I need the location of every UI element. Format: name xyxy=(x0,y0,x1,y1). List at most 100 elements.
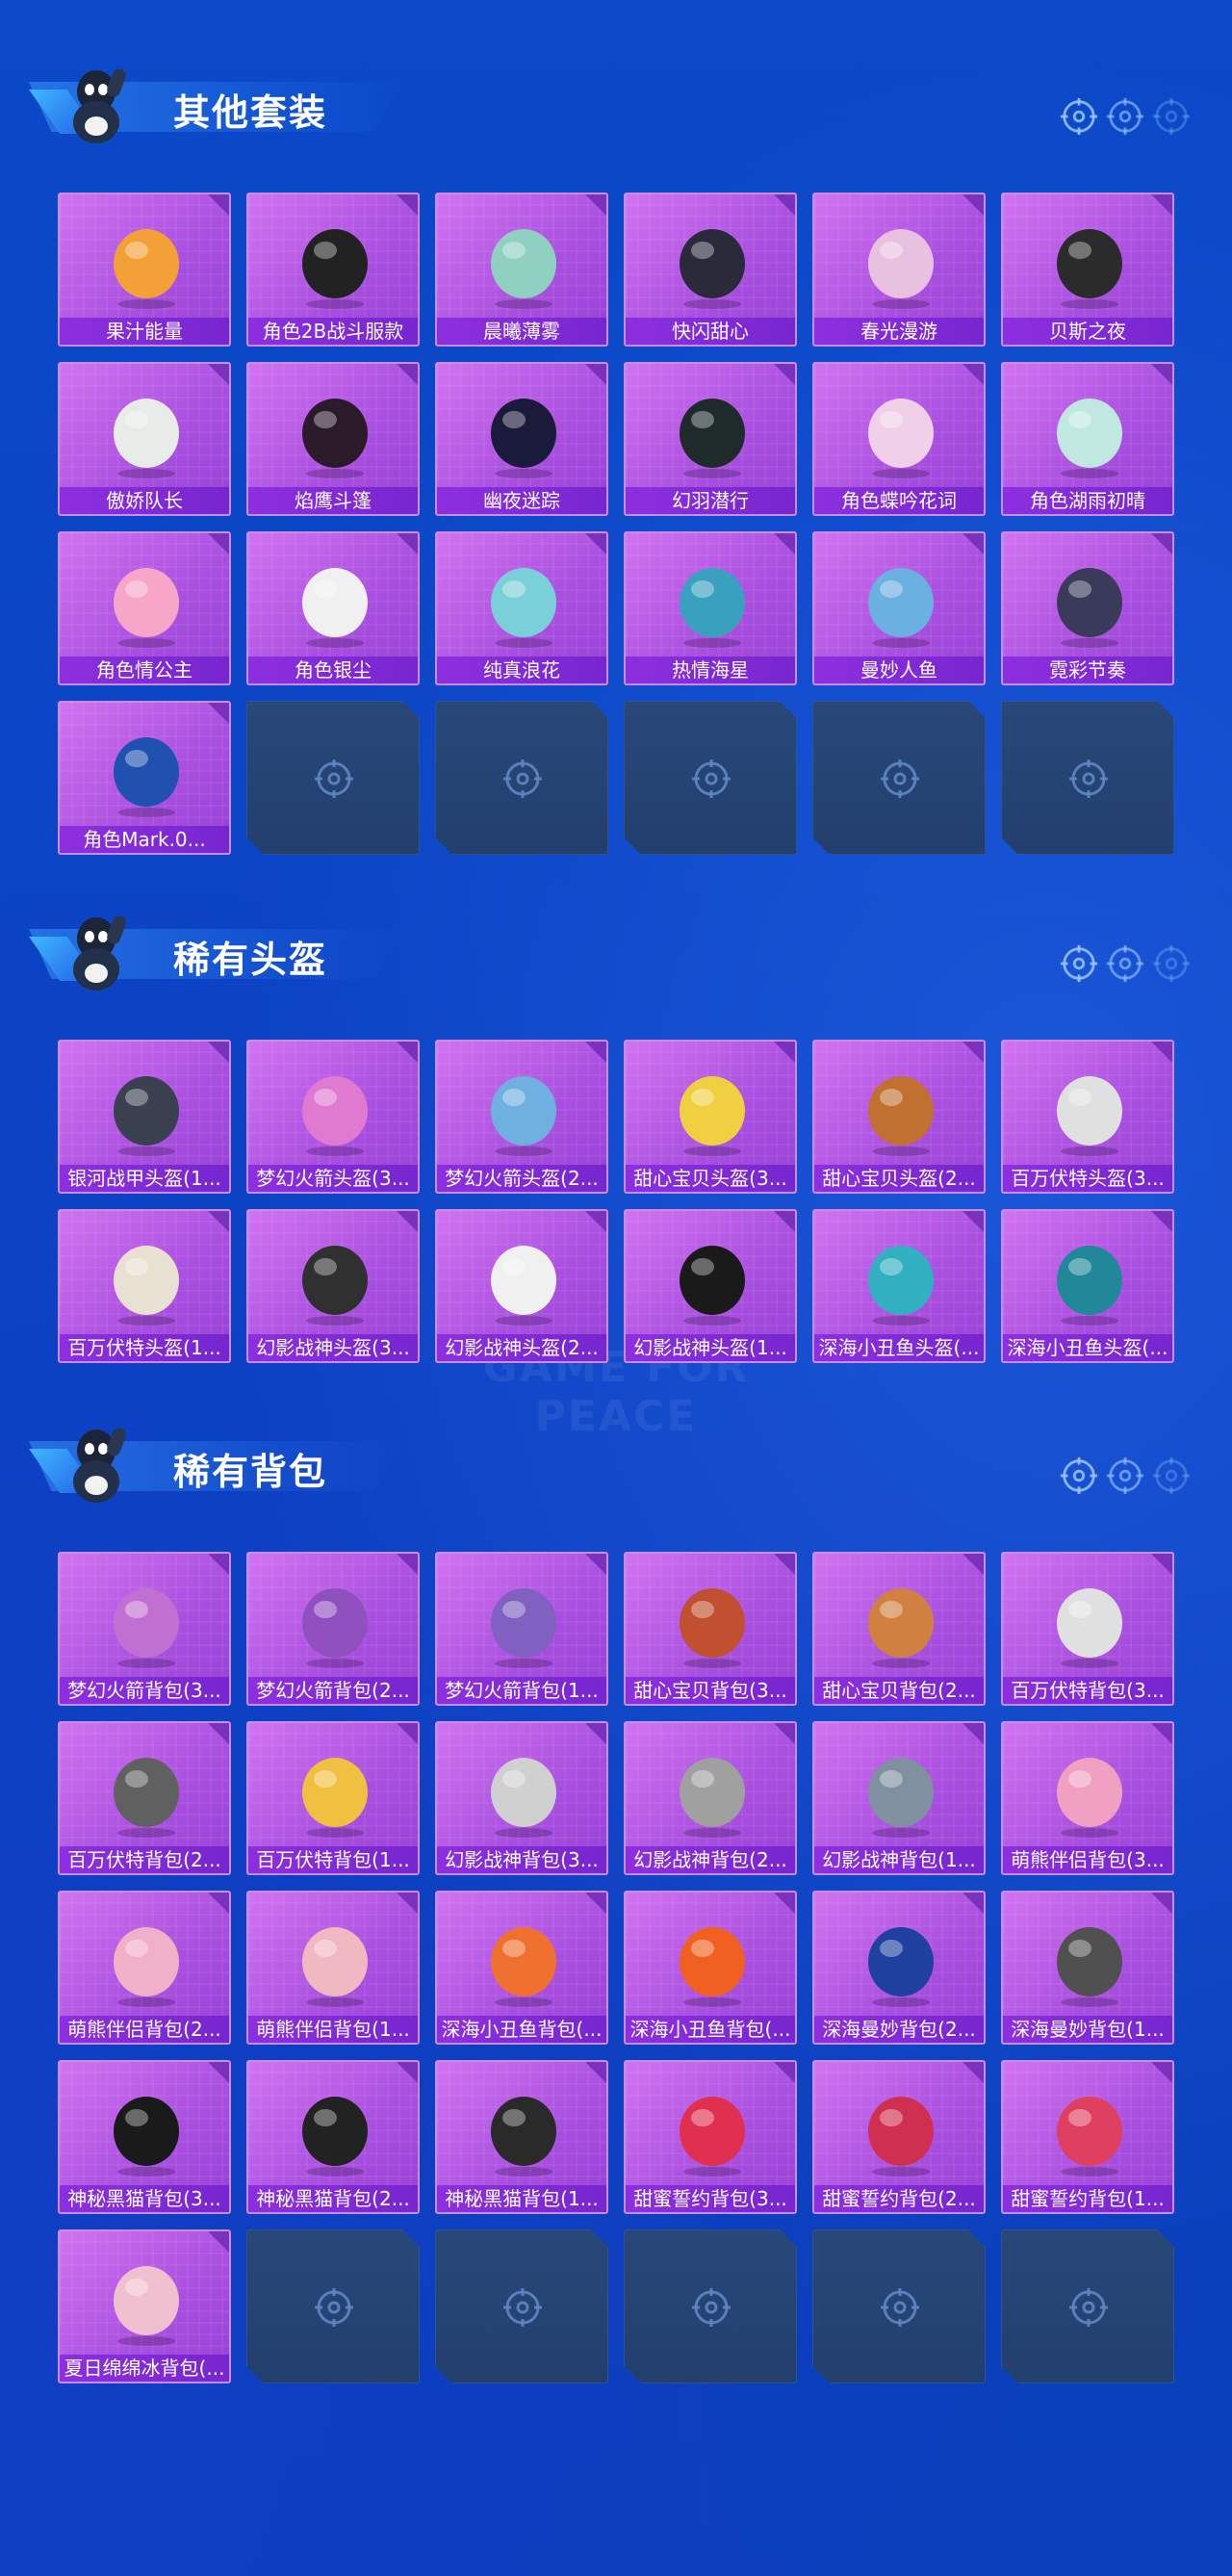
empty-slot xyxy=(246,2229,420,2383)
item-card[interactable]: 角色Mark.0... xyxy=(58,701,231,855)
item-card[interactable]: 百万伏特头盔(1... xyxy=(58,1209,231,1363)
item-card[interactable]: 夏日绵绵冰背包(... xyxy=(58,2229,231,2383)
item-card[interactable]: 深海小丑鱼背包(... xyxy=(624,1891,797,2045)
target-icon xyxy=(1067,758,1110,800)
item-image xyxy=(98,1567,194,1671)
target-icon xyxy=(1059,943,1099,984)
item-card[interactable]: 神秘黑猫背包(1... xyxy=(435,2060,608,2214)
item-card[interactable]: 快闪甜心 xyxy=(624,193,797,347)
card-corner xyxy=(397,2062,418,2083)
item-card[interactable]: 深海小丑鱼头盔(... xyxy=(812,1209,986,1363)
card-corner xyxy=(962,2062,984,2083)
item-image xyxy=(287,208,383,312)
item-card[interactable]: 百万伏特背包(1... xyxy=(246,1721,420,1875)
item-image xyxy=(1041,1055,1138,1159)
item-card[interactable]: 百万伏特背包(2... xyxy=(58,1721,231,1875)
section: 稀有头盔 银河战甲头盔(1... 梦幻火箭头盔(3... 梦幻火箭头盔(2... 甜心宝… xyxy=(0,905,1232,1378)
item-card[interactable]: 甜心宝贝头盔(2... xyxy=(812,1040,986,1194)
item-image xyxy=(1041,1906,1138,2010)
item-card[interactable]: 幻影战神背包(2... xyxy=(624,1721,797,1875)
item-label: 角色Mark.0... xyxy=(60,826,229,853)
item-card[interactable]: 傲娇队长 xyxy=(58,362,231,516)
item-card[interactable]: 焰鹰斗篷 xyxy=(246,362,420,516)
item-card[interactable]: 甜蜜誓约背包(2... xyxy=(812,2060,986,2214)
item-label: 贝斯之夜 xyxy=(1003,318,1172,345)
item-label: 梦幻火箭头盔(3... xyxy=(248,1165,418,1192)
item-card[interactable]: 角色情公主 xyxy=(58,531,231,685)
card-corner xyxy=(962,194,984,216)
item-card[interactable]: 曼妙人鱼 xyxy=(812,531,986,685)
section-header: 其他套装 xyxy=(29,58,414,154)
item-label: 曼妙人鱼 xyxy=(814,657,984,683)
card-corner xyxy=(962,1554,984,1575)
item-label: 深海小丑鱼头盔(... xyxy=(1003,1334,1172,1361)
item-label: 深海小丑鱼头盔(... xyxy=(814,1334,984,1361)
card-corner xyxy=(585,533,606,554)
card-corner xyxy=(774,1723,795,1744)
item-card[interactable]: 幻影战神头盔(3... xyxy=(246,1209,420,1363)
card-corner xyxy=(397,533,418,554)
item-card[interactable]: 角色银尘 xyxy=(246,531,420,685)
item-card[interactable]: 萌熊伴侣背包(3... xyxy=(1001,1721,1174,1875)
item-card[interactable]: 神秘黑猫背包(2... xyxy=(246,2060,420,2214)
target-icon xyxy=(313,2286,355,2329)
item-label: 神秘黑猫背包(2... xyxy=(248,2185,418,2212)
empty-slot xyxy=(624,2229,797,2383)
item-card[interactable]: 百万伏特头盔(3... xyxy=(1001,1040,1174,1194)
item-card[interactable]: 幻影战神背包(3... xyxy=(435,1721,608,1875)
item-image xyxy=(664,1567,760,1671)
item-card[interactable]: 果汁能量 xyxy=(58,193,231,347)
item-card[interactable]: 幻影战神背包(1... xyxy=(812,1721,986,1875)
item-card[interactable]: 纯真浪花 xyxy=(435,531,608,685)
item-label: 甜蜜誓约背包(2... xyxy=(814,2185,984,2212)
item-card[interactable]: 萌熊伴侣背包(2... xyxy=(58,1891,231,2045)
section: 其他套装果汁能量 角色2B战斗服款 晨曦薄雾 快闪甜心 春光漫游 贝斯之夜傲娇队长 焰鹰斗篷… xyxy=(0,58,1232,870)
item-card[interactable]: 春光漫游 xyxy=(812,193,986,347)
item-card[interactable]: 角色2B战斗服款 xyxy=(246,193,420,347)
item-card[interactable]: 霓彩节奏 xyxy=(1001,531,1174,685)
item-card[interactable]: 萌熊伴侣背包(1... xyxy=(246,1891,420,2045)
item-card[interactable]: 晨曦薄雾 xyxy=(435,193,608,347)
item-card[interactable]: 深海小丑鱼头盔(... xyxy=(1001,1209,1174,1363)
item-card[interactable]: 深海小丑鱼背包(... xyxy=(435,1891,608,2045)
item-image xyxy=(1041,1224,1138,1328)
item-card[interactable]: 幽夜迷踪 xyxy=(435,362,608,516)
item-card[interactable]: 角色蝶吟花词 xyxy=(812,362,986,516)
item-card[interactable]: 梦幻火箭背包(2... xyxy=(246,1552,420,1706)
item-label: 甜心宝贝头盔(2... xyxy=(814,1165,984,1192)
item-card[interactable]: 梦幻火箭头盔(2... xyxy=(435,1040,608,1194)
item-card[interactable]: 甜蜜誓约背包(1... xyxy=(1001,2060,1174,2214)
item-card[interactable]: 百万伏特背包(3... xyxy=(1001,1552,1174,1706)
item-card[interactable]: 甜心宝贝头盔(3... xyxy=(624,1040,797,1194)
item-card[interactable]: 银河战甲头盔(1... xyxy=(58,1040,231,1194)
target-icon xyxy=(501,2286,544,2329)
item-card[interactable]: 热情海星 xyxy=(624,531,797,685)
card-corner xyxy=(208,2062,229,2083)
item-card[interactable]: 甜心宝贝背包(2... xyxy=(812,1552,986,1706)
item-card[interactable]: 梦幻火箭背包(3... xyxy=(58,1552,231,1706)
item-card[interactable]: 幻羽潜行 xyxy=(624,362,797,516)
item-label: 百万伏特背包(1... xyxy=(248,1846,418,1873)
item-image xyxy=(287,2075,383,2179)
item-card[interactable]: 甜蜜誓约背包(3... xyxy=(624,2060,797,2214)
item-card[interactable]: 贝斯之夜 xyxy=(1001,193,1174,347)
mascot-icon xyxy=(58,910,135,994)
target-icon xyxy=(1059,1455,1099,1496)
item-card[interactable]: 梦幻火箭背包(1... xyxy=(435,1552,608,1706)
card-corner xyxy=(962,1723,984,1744)
item-card[interactable]: 甜心宝贝背包(3... xyxy=(624,1552,797,1706)
item-card[interactable]: 梦幻火箭头盔(3... xyxy=(246,1040,420,1194)
item-card[interactable]: 深海曼妙背包(2... xyxy=(812,1891,986,2045)
item-card[interactable]: 幻影战神头盔(1... xyxy=(624,1209,797,1363)
item-card[interactable]: 深海曼妙背包(1... xyxy=(1001,1891,1174,2045)
item-image xyxy=(475,208,572,312)
item-label: 傲娇队长 xyxy=(60,487,229,514)
item-label: 深海曼妙背包(1... xyxy=(1003,2016,1172,2043)
item-card[interactable]: 幻影战神头盔(2... xyxy=(435,1209,608,1363)
item-card[interactable]: 神秘黑猫背包(3... xyxy=(58,2060,231,2214)
item-card[interactable]: 角色湖雨初晴 xyxy=(1001,362,1174,516)
card-corner xyxy=(962,364,984,385)
card-corner xyxy=(585,1211,606,1232)
empty-slot xyxy=(435,2229,608,2383)
item-label: 幻影战神头盔(3... xyxy=(248,1334,418,1361)
